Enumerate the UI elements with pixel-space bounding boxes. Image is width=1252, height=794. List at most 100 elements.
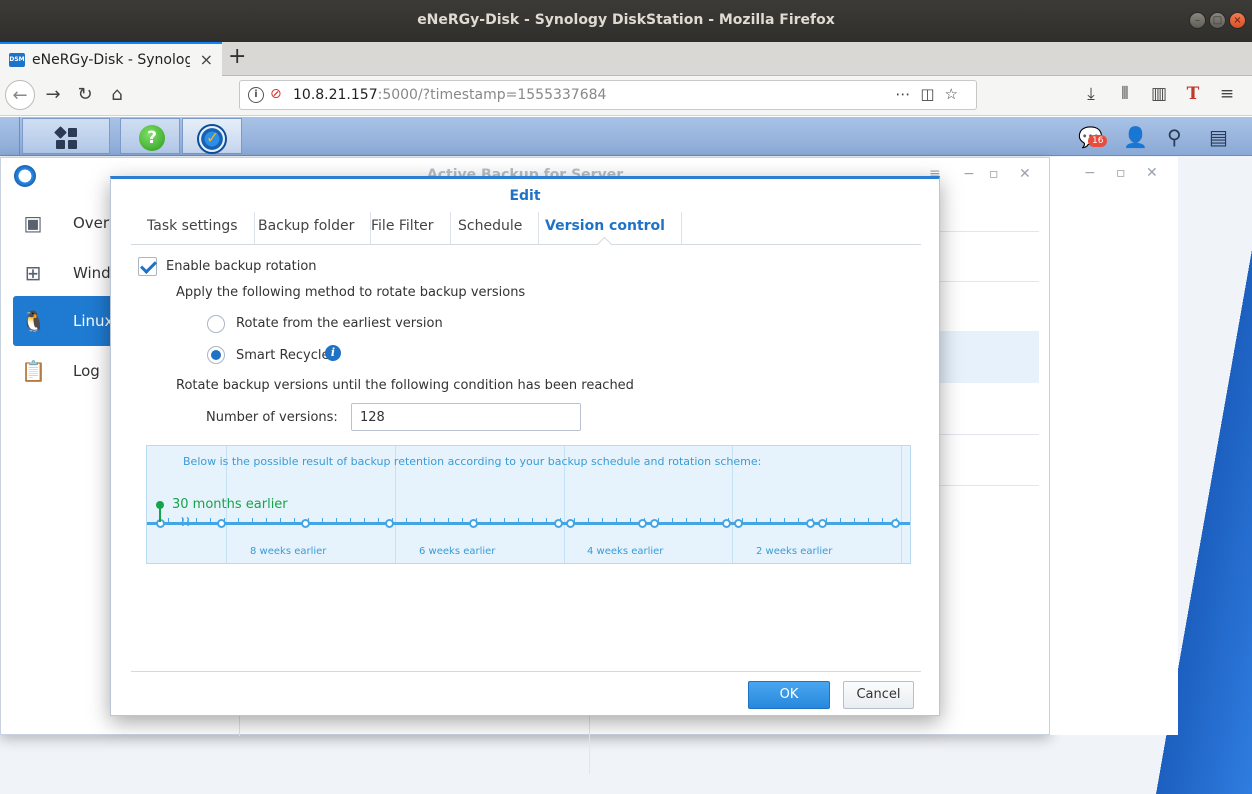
timeline-tick	[238, 518, 239, 523]
enable-backup-rotation-checkbox[interactable]	[138, 257, 157, 276]
timeline-tick	[350, 518, 351, 523]
close-window-button[interactable]: ×	[1229, 12, 1246, 29]
timeline-tick	[770, 518, 771, 523]
sidebar-item-label: Linux	[73, 312, 114, 330]
timeline-tick	[686, 518, 687, 523]
search-icon[interactable]: ⚲	[1167, 125, 1182, 149]
app-minimize-icon[interactable]: −	[963, 166, 975, 182]
url-text[interactable]: 10.8.21.157:5000/?timestamp=1555337684	[293, 87, 606, 103]
timeline-tick	[798, 518, 799, 523]
app-close-icon[interactable]: ✕	[1019, 166, 1031, 182]
site-info-icon[interactable]: i	[248, 87, 264, 103]
secondary-maximize-icon[interactable]: ▫	[1116, 165, 1126, 181]
timeline-tick	[882, 518, 883, 523]
downloads-icon[interactable]: ⤓	[1074, 84, 1108, 104]
maximize-button[interactable]: □	[1209, 12, 1226, 29]
timeline-tick	[588, 518, 589, 523]
timeline-week-label: 2 weeks earlier	[756, 546, 833, 557]
timeline-start-marker	[156, 501, 164, 509]
enable-backup-rotation-label[interactable]: Enable backup rotation	[166, 259, 317, 274]
forward-button[interactable]: →	[38, 80, 68, 110]
tab-backup-folder[interactable]: Backup folder	[242, 212, 372, 244]
timeline-tick	[462, 518, 463, 523]
dsm-help-button[interactable]: ?	[120, 118, 180, 154]
address-bar[interactable]: i ⊘ 10.8.21.157:5000/?timestamp=15553376…	[239, 80, 977, 110]
timeline-tick	[504, 518, 505, 523]
timeline-tick	[266, 518, 267, 523]
main-menu-icon	[54, 126, 78, 150]
home-button[interactable]: ⌂	[102, 80, 132, 110]
rotate-earliest-label[interactable]: Rotate from the earliest version	[236, 316, 443, 331]
timeline-version-node	[301, 519, 310, 528]
rotation-condition-label: Rotate backup versions until the followi…	[176, 378, 634, 393]
timeline-tick	[210, 518, 211, 523]
reload-button[interactable]: ↻	[70, 80, 100, 110]
browser-navbar: ← → ↻ ⌂ i ⊘ 10.8.21.157:5000/?timestamp=…	[0, 76, 1252, 116]
insecure-connection-icon[interactable]: ⊘	[270, 86, 282, 102]
pocket-icon[interactable]: ◫	[920, 85, 944, 103]
timeline-version-node	[554, 519, 563, 528]
user-icon[interactable]: 👤	[1123, 125, 1148, 149]
timeline-tick	[672, 518, 673, 523]
edit-dialog: Edit Task settings Backup folder File Fi…	[110, 176, 940, 716]
window-titlebar: eNeRGy-Disk - Synology DiskStation - Moz…	[0, 0, 1252, 42]
timeline-tick	[336, 518, 337, 523]
tab-version-control[interactable]: Version control	[529, 212, 682, 244]
rotate-earliest-radio[interactable]	[207, 315, 225, 333]
timeline-version-node	[566, 519, 575, 528]
timeline-tick	[700, 518, 701, 523]
timeline-version-node	[469, 519, 478, 528]
tab-task-settings[interactable]: Task settings	[131, 212, 255, 244]
timeline-tick	[630, 518, 631, 523]
tab-schedule[interactable]: Schedule	[442, 212, 540, 244]
retention-timeline: Below is the possible result of backup r…	[146, 445, 911, 564]
address-bar-actions: ⋯◫☆	[895, 85, 968, 103]
back-button[interactable]: ←	[5, 80, 35, 110]
translate-extension-icon[interactable]: T	[1176, 84, 1210, 104]
app-maximize-icon[interactable]: ▫	[989, 166, 999, 182]
number-of-versions-input[interactable]: 128	[351, 403, 581, 431]
dialog-title: Edit	[509, 188, 541, 204]
widgets-icon[interactable]: ▤	[1209, 125, 1228, 149]
window-title: eNeRGy-Disk - Synology DiskStation - Moz…	[417, 12, 835, 28]
secondary-close-icon[interactable]: ✕	[1146, 165, 1158, 181]
timeline-tick	[490, 518, 491, 523]
browser-tab[interactable]: DSM eNeRGy-Disk - Synology D ×	[0, 42, 222, 76]
timeline-tick	[840, 518, 841, 523]
dialog-tabs: Task settings Backup folder File Filter …	[131, 212, 921, 245]
menu-icon[interactable]: ≡	[1210, 84, 1244, 104]
timeline-tick	[252, 518, 253, 523]
sidebar-icon[interactable]: ▥	[1142, 84, 1176, 104]
main-menu-button[interactable]	[22, 118, 110, 154]
new-tab-button[interactable]: +	[228, 44, 246, 69]
linux-icon: 🐧	[21, 309, 46, 333]
cancel-button[interactable]: Cancel	[843, 681, 914, 709]
page-actions-icon[interactable]: ⋯	[895, 85, 920, 103]
notification-count-badge: 16	[1088, 135, 1108, 147]
minimize-button[interactable]: –	[1189, 12, 1206, 29]
timeline-week-label: 4 weeks earlier	[587, 546, 664, 557]
timeline-tick	[518, 518, 519, 523]
smart-recycle-radio[interactable]	[207, 346, 225, 364]
number-of-versions-label: Number of versions:	[206, 410, 338, 425]
ok-button[interactable]: OK	[748, 681, 830, 709]
bookmark-star-icon[interactable]: ☆	[945, 85, 968, 103]
tab-file-filter[interactable]: File Filter	[355, 212, 451, 244]
smart-recycle-label[interactable]: Smart Recycle	[236, 348, 330, 363]
timeline-tick	[868, 518, 869, 523]
timeline-tick	[616, 518, 617, 523]
timeline-tick	[784, 518, 785, 523]
log-icon: 📋	[21, 359, 46, 383]
secondary-minimize-icon[interactable]: −	[1084, 165, 1096, 181]
timeline-version-node	[217, 519, 226, 528]
active-backup-taskbar-button[interactable]	[182, 118, 242, 154]
timeline-version-node	[385, 519, 394, 528]
info-icon[interactable]: i	[325, 345, 341, 361]
timeline-tick	[406, 518, 407, 523]
timeline-break-icon: ≀≀	[180, 514, 191, 530]
library-icon[interactable]: ⫴	[1108, 84, 1142, 104]
timeline-tick	[378, 518, 379, 523]
active-backup-icon	[197, 124, 227, 154]
timeline-version-node	[638, 519, 647, 528]
close-tab-icon[interactable]: ×	[200, 50, 213, 69]
